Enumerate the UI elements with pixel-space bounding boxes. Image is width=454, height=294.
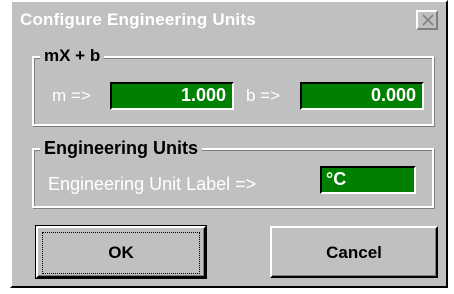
b-label: b => <box>246 86 281 105</box>
m-label: m => <box>52 86 91 105</box>
unit-label-field[interactable]: °C <box>320 166 416 194</box>
dialog-window: Configure Engineering Units mX + b m => … <box>10 0 448 288</box>
units-group-legend: Engineering Units <box>40 138 203 159</box>
cancel-button-label: Cancel <box>326 243 382 262</box>
cancel-button[interactable]: Cancel <box>270 226 438 278</box>
m-value-field[interactable]: 1.000 <box>110 82 234 110</box>
unit-label-caption: Engineering Unit Label => <box>48 174 257 194</box>
dialog-title: Configure Engineering Units <box>20 10 256 29</box>
close-button[interactable] <box>416 10 438 30</box>
ok-button[interactable]: OK <box>35 225 207 279</box>
ok-button-label: OK <box>108 243 134 262</box>
mxb-group-legend: mX + b <box>40 46 105 66</box>
close-icon <box>422 14 434 26</box>
b-value-field[interactable]: 0.000 <box>300 82 424 110</box>
title-bar[interactable]: Configure Engineering Units <box>14 4 444 38</box>
